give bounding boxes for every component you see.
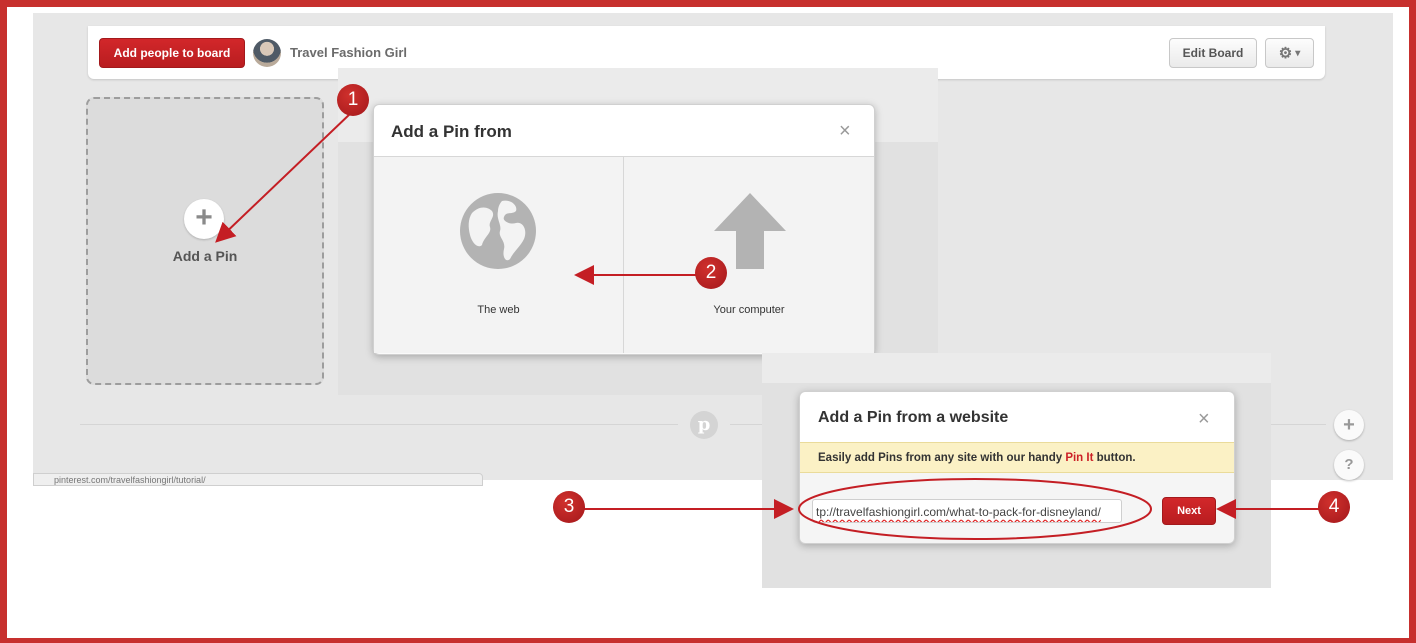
- modal-title: Add a Pin from a website: [818, 409, 1009, 426]
- callout-4: 4: [1318, 491, 1350, 523]
- avatar[interactable]: [253, 39, 281, 67]
- pinterest-logo-icon: p: [690, 411, 718, 439]
- option-the-web[interactable]: The web: [374, 157, 624, 353]
- pin-it-notice: Easily add Pins from any site with our h…: [800, 442, 1234, 473]
- pin-it-link[interactable]: Pin It: [1065, 452, 1093, 464]
- plus-button[interactable]: +: [1334, 410, 1364, 440]
- help-icon[interactable]: ?: [1334, 450, 1364, 480]
- url-input[interactable]: tp://travelfashiongirl.com/what-to-pack-…: [812, 499, 1122, 523]
- divider-left: [80, 424, 678, 425]
- callout-2: 2: [695, 257, 727, 289]
- next-button[interactable]: Next: [1162, 497, 1216, 525]
- settings-button[interactable]: ⚙ ▾: [1265, 38, 1314, 68]
- option-your-computer[interactable]: Your computer: [624, 157, 874, 353]
- add-people-button[interactable]: Add people to board: [99, 38, 245, 68]
- callout-3: 3: [553, 491, 585, 523]
- option-computer-label: Your computer: [713, 304, 785, 316]
- close-icon[interactable]: ×: [839, 120, 851, 143]
- notice-text: Easily add Pins from any site with our h…: [818, 452, 1066, 464]
- add-pin-website-modal: Add a Pin from a website × Easily add Pi…: [799, 391, 1235, 544]
- plus-icon: +: [184, 199, 224, 239]
- modal-title: Add a Pin from: [391, 122, 512, 141]
- add-pin-source-modal: Add a Pin from × The web Your computer: [373, 104, 875, 355]
- board-owner-name[interactable]: Travel Fashion Girl: [290, 45, 407, 60]
- option-web-label: The web: [477, 304, 520, 316]
- globe-icon: [460, 193, 536, 269]
- add-pin-card[interactable]: + Add a Pin: [86, 97, 324, 385]
- upload-arrow-icon: [714, 193, 786, 269]
- status-bar-url: pinterest.com/travelfashiongirl/tutorial…: [33, 473, 483, 486]
- chevron-down-icon: ▾: [1295, 47, 1301, 59]
- callout-1: 1: [337, 84, 369, 116]
- add-pin-label: Add a Pin: [172, 248, 238, 264]
- notice-text-end: button.: [1093, 452, 1136, 464]
- gear-icon: ⚙: [1278, 45, 1293, 62]
- edit-board-button[interactable]: Edit Board: [1169, 38, 1257, 68]
- close-icon[interactable]: ×: [1198, 408, 1210, 431]
